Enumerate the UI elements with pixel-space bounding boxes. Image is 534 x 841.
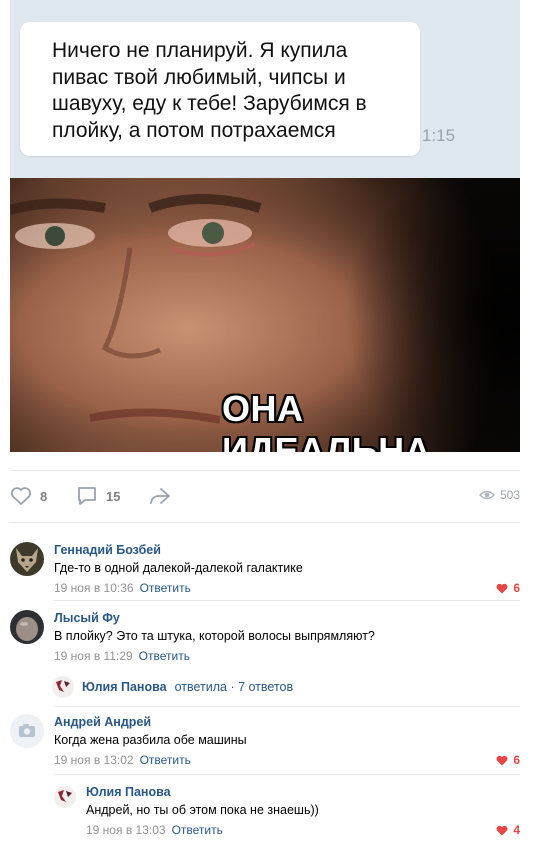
comment-like-count: 6	[513, 581, 520, 595]
comment-date[interactable]: 19 ноя в 13:02	[54, 753, 134, 767]
comment-date[interactable]: 19 ноя в 11:29	[54, 649, 133, 663]
comment-icon	[78, 487, 96, 505]
comment-meta: 19 ноя в 11:29 Ответить	[54, 649, 190, 663]
message-time: 1:15	[422, 126, 456, 145]
comment-button[interactable]: 15	[76, 486, 120, 506]
avatar[interactable]	[10, 610, 44, 644]
avatar[interactable]	[10, 714, 44, 748]
comment-meta: 19 ноя в 13:02 Ответить	[54, 753, 191, 767]
heart-filled-icon	[496, 583, 508, 593]
wolf-avatar-icon	[10, 542, 44, 576]
share-button[interactable]	[148, 486, 172, 506]
meme-image[interactable]: ОНА ИДЕАЛЬНА	[10, 178, 520, 452]
avatar[interactable]	[10, 542, 44, 576]
comment-text: Где-то в одной далекой-далекой галактике	[54, 561, 303, 575]
tiny-avatar-icon	[54, 786, 76, 808]
divider	[54, 706, 520, 707]
bald-avatar-icon	[10, 610, 44, 644]
thread-summary[interactable]: Юлия Панова ответила · 7 ответов	[0, 676, 534, 698]
avatar	[52, 676, 74, 698]
divider	[10, 470, 520, 471]
reply-link[interactable]: Ответить	[140, 753, 191, 767]
avatar[interactable]	[54, 786, 76, 808]
comment-meta: 19 ноя в 10:36 Ответить	[54, 581, 191, 595]
comment-author[interactable]: Лысый Фу	[54, 611, 120, 625]
comment-like-count: 4	[513, 823, 520, 837]
heart-icon	[10, 487, 32, 505]
comment-text: Андрей, но ты об этом пока не знаешь))	[86, 803, 319, 817]
reply-link[interactable]: Ответить	[139, 649, 190, 663]
comment-like-button[interactable]: 6	[496, 581, 520, 595]
comment-count: 15	[106, 488, 121, 504]
thread-replies-text[interactable]: ответила · 7 ответов	[175, 680, 294, 694]
message-line: плойку, а потом потрахаемся	[52, 118, 336, 142]
like-count: 8	[40, 488, 48, 504]
divider	[54, 600, 520, 601]
comment-author[interactable]: Геннадий Бозбей	[54, 543, 161, 557]
comment-like-count: 6	[513, 753, 520, 767]
post-actions: 8 15 503	[10, 480, 520, 514]
share-arrow-icon	[150, 488, 170, 504]
message-text: Ничего не планируй. Я купила пивас твой …	[52, 38, 402, 144]
comment-author[interactable]: Андрей Андрей	[54, 715, 151, 729]
view-counter: 503	[478, 488, 520, 502]
eye-icon	[478, 490, 495, 500]
meme-caption: ОНА ИДЕАЛЬНА	[222, 388, 432, 452]
message-bubble: Ничего не планируй. Я купила пивас твой …	[20, 22, 420, 156]
message-line: шавуху, еду к тебе! Зарубимся в	[52, 92, 367, 115]
comment-text: В плойку? Это та штука, которой волосы в…	[54, 629, 375, 643]
message-line: пивас твой любимый, чипсы и	[52, 65, 346, 89]
comment-text: Когда жена разбила обе машины	[54, 733, 247, 747]
thread-author[interactable]: Юлия Панова	[82, 680, 167, 694]
view-count: 503	[499, 488, 520, 502]
reply-link[interactable]: Ответить	[140, 581, 191, 595]
divider	[54, 774, 520, 775]
like-button[interactable]: 8	[10, 486, 47, 506]
chat-screenshot: Ничего не планируй. Я купила пивас твой …	[10, 0, 520, 178]
comment-meta: 19 ноя в 13:03 Ответить	[86, 823, 223, 837]
comment-date[interactable]: 19 ноя в 10:36	[54, 581, 134, 595]
heart-filled-icon	[496, 755, 508, 765]
heart-filled-icon	[496, 825, 508, 835]
comment-like-button[interactable]: 4	[496, 823, 520, 837]
reply-link[interactable]: Ответить	[172, 823, 223, 837]
divider	[10, 522, 520, 523]
message-line: Ничего не планируй. Я купила	[52, 39, 348, 62]
comment-author[interactable]: Юлия Панова	[86, 785, 171, 799]
comment-date[interactable]: 19 ноя в 13:03	[86, 823, 166, 837]
comment-like-button[interactable]: 6	[496, 753, 520, 767]
camera-icon	[19, 724, 35, 737]
thread-summary-line[interactable]: Юлия Панова ответила · 7 ответов	[52, 676, 293, 698]
tiny-avatar-icon	[52, 676, 74, 698]
